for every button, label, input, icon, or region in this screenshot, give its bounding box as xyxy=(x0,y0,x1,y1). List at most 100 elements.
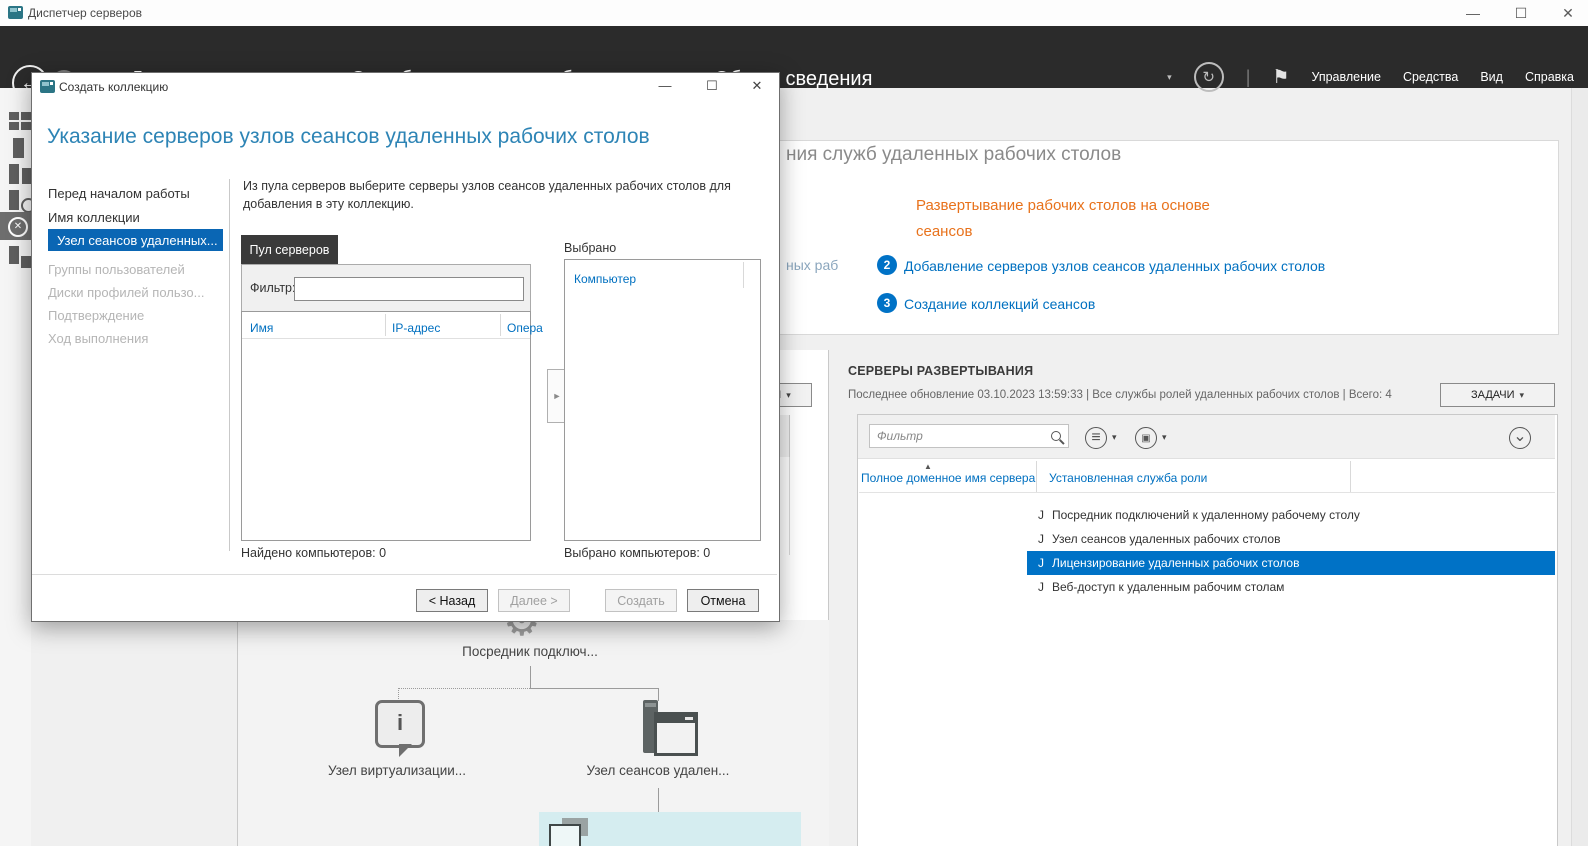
selected-computers-count: Выбрано компьютеров: 0 xyxy=(564,546,710,560)
left-navigation-rail: ✕ xyxy=(0,88,31,846)
deployment-servers-subtitle: Последнее обновление 03.10.2023 13:59:33… xyxy=(848,389,1392,401)
pool-column-os[interactable]: Опера xyxy=(507,321,543,335)
column-divider[interactable] xyxy=(1350,461,1351,492)
wizard-step-collection-name[interactable]: Имя коллекции xyxy=(48,207,228,227)
wizard-step-user-groups: Группы пользователей xyxy=(48,259,228,279)
list-view-icon[interactable]: ≡ xyxy=(1085,427,1107,449)
menu-tools[interactable]: Средства xyxy=(1403,70,1458,84)
table-row-selected[interactable]: J Лицензирование удаленных рабочих столо… xyxy=(1027,551,1555,575)
wizard-step-before-you-begin[interactable]: Перед началом работы xyxy=(48,183,228,203)
tab-server-pool[interactable]: Пул серверов xyxy=(241,235,338,264)
column-divider[interactable] xyxy=(500,314,501,336)
server-manager-app-icon xyxy=(8,6,23,19)
diagram-connector xyxy=(530,688,658,689)
remote-desktop-services-selected[interactable]: ✕ xyxy=(0,212,31,240)
dropdown-icon: ▾ xyxy=(1519,390,1524,401)
notifications-dropdown-icon[interactable]: ▾ xyxy=(1167,72,1172,83)
virtualization-host-icon-tail xyxy=(399,744,412,757)
filter-label: Фильтр: xyxy=(250,281,295,295)
selected-panel-title: Выбрано xyxy=(564,241,616,255)
hidden-tile-divider xyxy=(789,457,790,555)
pool-column-ip[interactable]: IP-адрес xyxy=(392,321,440,335)
role-name: Посредник подключений к удаленному рабоч… xyxy=(1052,508,1360,522)
tasks-button[interactable]: ЗАДАЧИ ▾ xyxy=(1440,383,1555,407)
wizard-step-rd-session-host-selected[interactable]: Узел сеансов удаленных... xyxy=(48,229,223,251)
pool-filter-input[interactable] xyxy=(294,277,524,301)
next-button[interactable]: Далее > xyxy=(498,589,570,612)
column-divider[interactable] xyxy=(385,314,386,336)
quickstart-step3-badge: 3 xyxy=(877,293,897,313)
selected-servers-list[interactable]: Компьютер xyxy=(564,259,761,541)
add-arrow-icon: ► xyxy=(553,391,562,401)
dialog-minimize-button[interactable]: — xyxy=(648,75,682,97)
server-manager-window: Диспетчер серверов — ☐ ✕ ← → ▾ Диспетчер… xyxy=(0,0,1588,846)
create-collection-dialog: Создать коллекцию — ☐ ✕ Указание серверо… xyxy=(31,72,780,622)
column-header-fqdn[interactable]: Полное доменное имя сервера xyxy=(861,471,1035,485)
menu-manage[interactable]: Управление xyxy=(1311,70,1381,84)
deployment-servers-table-box: ≡ ▾ ▣ ▾ ⌄ ▲ Полное доменное имя сервера … xyxy=(857,414,1558,846)
rds-icon: ✕ xyxy=(8,217,28,237)
sort-ascending-icon[interactable]: ▲ xyxy=(924,462,932,471)
role-name: Лицензирование удаленных рабочих столов xyxy=(1052,556,1299,570)
collapse-tile-icon[interactable]: ⌄ xyxy=(1509,427,1531,449)
pool-column-name[interactable]: Имя xyxy=(250,321,273,335)
quickstart-title-link-line2[interactable]: сеансов xyxy=(916,223,972,240)
dialog-close-button[interactable]: ✕ xyxy=(740,75,774,97)
virtualization-host-icon: i xyxy=(375,700,425,748)
navbar-actions: ▾ ↻ | ⚑ Управление Средства Вид Справка xyxy=(1167,60,1574,94)
back-button[interactable]: < Назад xyxy=(416,589,488,612)
table-row[interactable]: J Веб-доступ к удаленным рабочим столам xyxy=(1027,575,1555,599)
diagram-node-virtualization-host[interactable]: Узел виртуализации... xyxy=(307,763,487,778)
saved-queries-icon[interactable]: ▣ xyxy=(1135,427,1157,449)
cancel-button[interactable]: Отмена xyxy=(687,589,759,612)
window-scrollbar[interactable] xyxy=(1571,88,1588,846)
table-toolbar: ≡ ▾ ▣ ▾ ⌄ xyxy=(858,415,1555,459)
refresh-icon[interactable]: ↻ xyxy=(1194,62,1224,92)
column-header-role[interactable]: Установленная служба роли xyxy=(1049,471,1207,485)
menu-view[interactable]: Вид xyxy=(1480,70,1503,84)
header-underline xyxy=(859,492,1555,493)
close-button[interactable]: ✕ xyxy=(1553,2,1583,24)
session-host-window-icon xyxy=(654,712,698,756)
dialog-footer-divider xyxy=(32,574,777,575)
diagram-connector-dotted xyxy=(398,688,530,689)
dashboard-icon[interactable] xyxy=(9,112,31,130)
quickstart-step2-badge: 2 xyxy=(877,255,897,275)
role-name: Узел сеансов удаленных рабочих столов xyxy=(1052,532,1280,546)
role-name: Веб-доступ к удаленным рабочим столам xyxy=(1052,580,1284,594)
column-divider[interactable] xyxy=(1036,461,1037,492)
wizard-heading: Указание серверов узлов сеансов удаленны… xyxy=(47,125,650,149)
diagram-connector xyxy=(658,788,659,812)
dialog-maximize-button[interactable]: ☐ xyxy=(695,75,729,97)
dropdown-icon: ▾ xyxy=(786,390,791,401)
servers-filter-input[interactable] xyxy=(869,424,1069,448)
found-computers-count: Найдено компьютеров: 0 xyxy=(241,546,386,560)
minimize-button[interactable]: — xyxy=(1458,2,1488,24)
overview-heading-partial: ния служб удаленных рабочих столов xyxy=(786,144,1121,166)
wizard-step-confirmation: Подтверждение xyxy=(48,305,228,325)
selected-column-computer[interactable]: Компьютер xyxy=(574,272,636,286)
quickstart-step2-link[interactable]: Добавление серверов узлов сеансов удален… xyxy=(904,258,1325,274)
list-view-dropdown-icon[interactable]: ▾ xyxy=(1112,432,1117,443)
pool-filter-groupbox: Фильтр: xyxy=(241,264,531,312)
notifications-flag-icon[interactable]: ⚑ xyxy=(1272,66,1289,89)
deployment-servers-title: СЕРВЕРЫ РАЗВЕРТЫВАНИЯ xyxy=(848,364,1033,378)
maximize-button[interactable]: ☐ xyxy=(1506,2,1536,24)
server-pool-list[interactable]: Имя IP-адрес Опера xyxy=(241,311,531,541)
saved-queries-dropdown-icon[interactable]: ▾ xyxy=(1162,432,1167,443)
column-divider[interactable] xyxy=(743,262,744,288)
window-title: Диспетчер серверов xyxy=(28,6,142,20)
wizard-step-progress: Ход выполнения xyxy=(48,328,228,348)
header-underline xyxy=(242,338,530,339)
create-button[interactable]: Создать xyxy=(605,589,677,612)
table-row[interactable]: J Узел сеансов удаленных рабочих столов xyxy=(1027,527,1555,551)
diagram-node-session-host[interactable]: Узел сеансов удален... xyxy=(568,763,748,778)
table-row[interactable]: J Посредник подключений к удаленному раб… xyxy=(1027,503,1555,527)
menu-help[interactable]: Справка xyxy=(1525,70,1574,84)
wizard-sidebar-divider xyxy=(229,179,230,551)
diagram-node-connection-broker[interactable]: Посредник подключ... xyxy=(440,644,620,659)
quickstart-step3-link[interactable]: Создание коллекций сеансов xyxy=(904,296,1095,312)
quickstart-title-link[interactable]: Развертывание рабочих столов на основе xyxy=(916,197,1210,214)
wizard-description: Из пула серверов выберите серверы узлов … xyxy=(243,177,748,213)
window-titlebar: Диспетчер серверов — ☐ ✕ xyxy=(0,0,1588,26)
